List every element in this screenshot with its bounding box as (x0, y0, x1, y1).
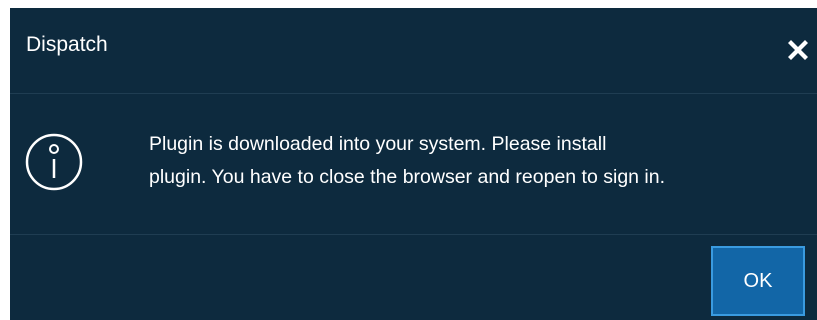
dialog-footer: OK (10, 235, 817, 320)
dialog-title: Dispatch (26, 33, 108, 56)
dialog-header: Dispatch (10, 8, 817, 94)
info-icon (24, 132, 84, 192)
dispatch-dialog: Dispatch Plugin is downloaded into your … (10, 8, 817, 320)
close-button[interactable] (783, 35, 813, 65)
close-icon (788, 40, 808, 60)
ok-button[interactable]: OK (711, 246, 805, 316)
dialog-message: Plugin is downloaded into your system. P… (149, 128, 815, 194)
message-line-2: plugin. You have to close the browser an… (149, 166, 666, 188)
dialog-body: Plugin is downloaded into your system. P… (10, 94, 817, 235)
message-line-1: Plugin is downloaded into your system. P… (149, 133, 607, 155)
